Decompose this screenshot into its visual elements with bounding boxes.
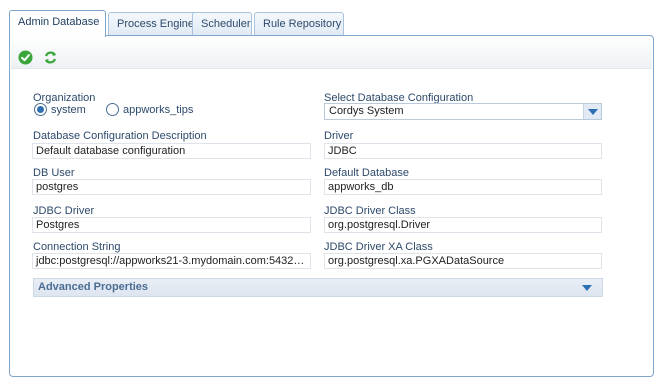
- jdbc-driver-xa-class-label: JDBC Driver XA Class: [324, 241, 433, 253]
- org-option-label: system: [51, 103, 86, 116]
- tab-rule-repository[interactable]: Rule Repository: [254, 12, 344, 36]
- jdbc-driver-xa-class-field[interactable]: org.postgresql.xa.PGXADataSource: [324, 253, 602, 269]
- org-option-label: appworks_tips: [123, 103, 194, 116]
- tab-process-engine[interactable]: Process Engine: [108, 12, 199, 36]
- radio-selected-icon[interactable]: [34, 103, 47, 116]
- db-config-select-value: Cordys System: [329, 105, 404, 117]
- jdbc-driver-class-label: JDBC Driver Class: [324, 205, 416, 217]
- jdbc-driver-field[interactable]: Postgres: [32, 217, 311, 233]
- connection-string-label: Connection String: [33, 241, 121, 253]
- db-config-description-label: Database Configuration Description: [33, 130, 207, 142]
- check-icon[interactable]: [18, 50, 33, 65]
- chevron-down-icon[interactable]: [583, 104, 601, 119]
- refresh-icon[interactable]: [43, 50, 58, 65]
- toolbar: [11, 37, 652, 69]
- org-option-appworks-tips[interactable]: appworks_tips: [106, 103, 193, 116]
- driver-field[interactable]: JDBC: [324, 143, 602, 159]
- tab-bar: Admin Database Process Engine Scheduler …: [9, 10, 654, 37]
- db-config-description-field[interactable]: Default database configuration: [32, 143, 311, 159]
- jdbc-driver-label: JDBC Driver: [33, 205, 95, 217]
- default-database-label: Default Database: [324, 167, 409, 179]
- tab-scheduler[interactable]: Scheduler: [192, 12, 252, 36]
- advanced-properties-section[interactable]: Advanced Properties: [33, 278, 603, 297]
- default-database-field[interactable]: appworks_db: [324, 179, 602, 195]
- db-config-select[interactable]: Cordys System: [324, 103, 602, 120]
- radio-unselected-icon[interactable]: [106, 103, 119, 116]
- connection-string-field[interactable]: jdbc:postgresql://appworks21-3.mydomain.…: [32, 253, 311, 269]
- chevron-down-icon[interactable]: [582, 285, 592, 291]
- advanced-properties-label: Advanced Properties: [38, 281, 149, 293]
- jdbc-driver-class-field[interactable]: org.postgresql.Driver: [324, 217, 602, 233]
- db-user-field[interactable]: postgres: [32, 179, 311, 195]
- tab-admin-database[interactable]: Admin Database: [9, 10, 106, 37]
- db-user-label: DB User: [33, 167, 75, 179]
- org-option-system[interactable]: system: [34, 103, 86, 116]
- driver-label: Driver: [324, 130, 354, 142]
